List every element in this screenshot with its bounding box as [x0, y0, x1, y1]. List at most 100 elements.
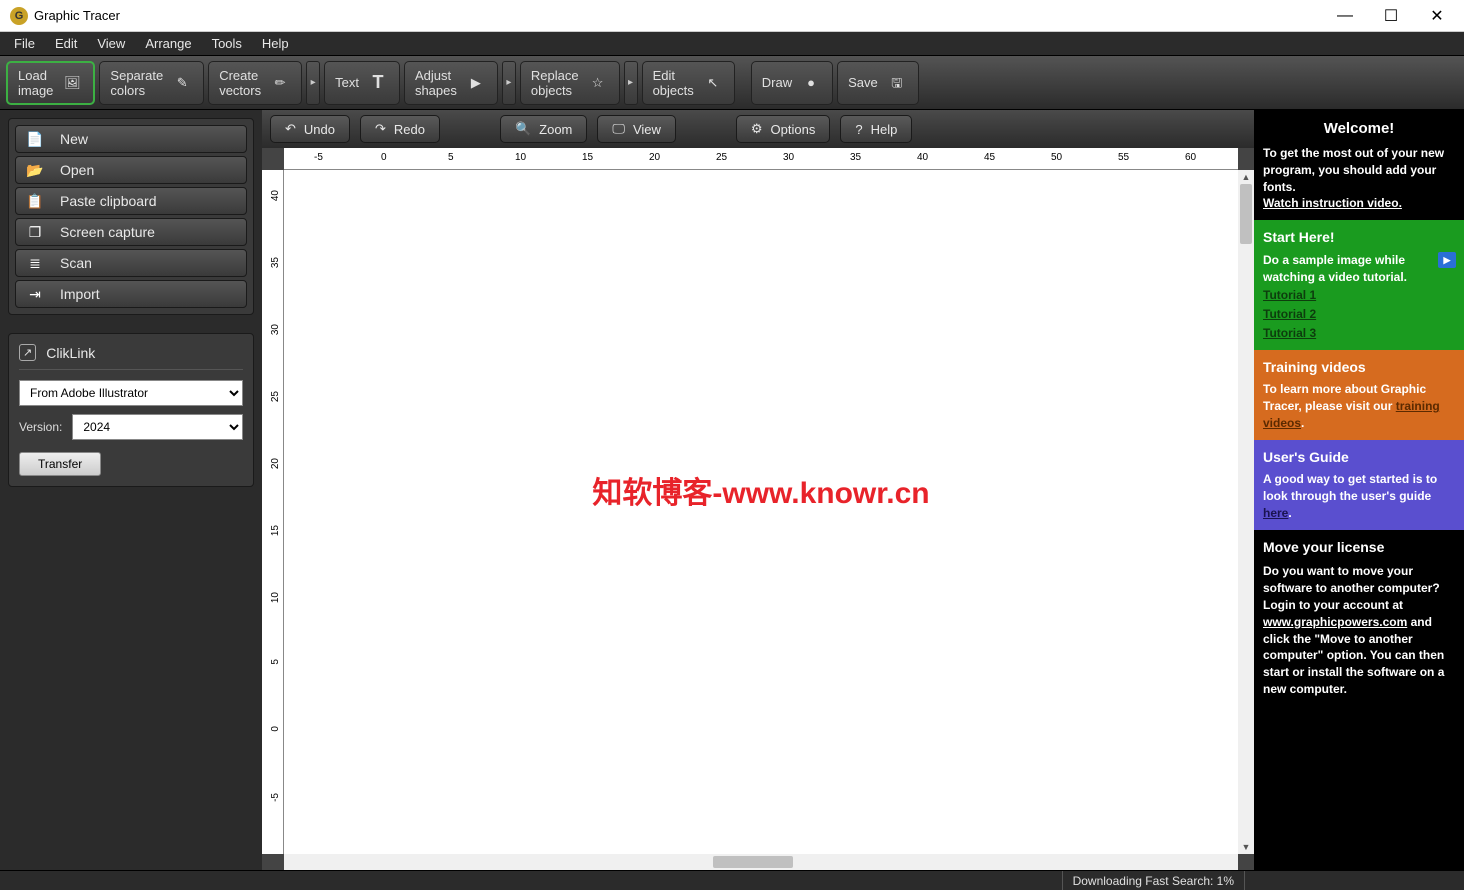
version-label: Version: [19, 420, 62, 434]
app-logo-icon: G [10, 7, 28, 25]
start-here-section: Start Here! Do a sample image while watc… [1254, 220, 1464, 350]
screen-capture-button[interactable]: ❐Screen capture [15, 218, 247, 246]
scroll-down-arrow-icon[interactable]: ▼ [1238, 840, 1254, 854]
guide-title: User's Guide [1263, 448, 1455, 468]
download-status: Downloading Fast Search: 1% [1062, 871, 1244, 890]
view-button[interactable]: 🖵View [597, 115, 676, 143]
cliklink-from-select[interactable]: From Adobe Illustrator [19, 380, 243, 406]
cliklink-title: ClikLink [46, 345, 95, 361]
redo-button[interactable]: ↷Redo [360, 115, 440, 143]
import-icon: ⇥ [26, 285, 44, 303]
training-title: Training videos [1263, 358, 1455, 378]
circle-icon: ● [800, 72, 822, 94]
horizontal-scrollbar[interactable] [284, 854, 1238, 870]
graphicpowers-link[interactable]: www.graphicpowers.com [1263, 615, 1407, 629]
menu-tools[interactable]: Tools [202, 34, 252, 53]
capture-icon: ❐ [26, 223, 44, 241]
minimize-button[interactable]: — [1322, 0, 1368, 32]
titlebar: G Graphic Tracer — ☐ ✕ [0, 0, 1464, 32]
save-button[interactable]: Save 🖫 [837, 61, 919, 105]
scroll-up-arrow-icon[interactable]: ▲ [1238, 170, 1254, 184]
draw-button[interactable]: Draw ● [751, 61, 833, 105]
menu-help[interactable]: Help [252, 34, 299, 53]
menu-file[interactable]: File [4, 34, 45, 53]
horizontal-ruler: -5051015202530354045505560 [284, 148, 1238, 170]
guide-here-link[interactable]: here [1263, 506, 1288, 520]
tutorial-3-link[interactable]: Tutorial 3 [1263, 325, 1455, 342]
monitor-icon: 🖵 [612, 121, 625, 137]
secondary-toolbar: ↶Undo ↷Redo 🔍Zoom 🖵View ⚙Options ?Help [262, 110, 1254, 148]
create-vectors-button[interactable]: Create vectors ✏ [208, 61, 302, 105]
adjust-shapes-dropdown[interactable]: ▸ [502, 61, 516, 105]
cliklink-version-select[interactable]: 2024 [72, 414, 243, 440]
pen-icon: ✏ [269, 72, 291, 94]
separate-colors-button[interactable]: Separate colors ✎ [99, 61, 204, 105]
gear-icon: ⚙ [751, 121, 763, 137]
scan-button[interactable]: ≣Scan [15, 249, 247, 277]
zoom-button[interactable]: 🔍Zoom [500, 115, 587, 143]
options-button[interactable]: ⚙Options [736, 115, 830, 143]
left-sidebar: 📄New 📂Open 📋Paste clipboard ❐Screen capt… [0, 110, 262, 870]
undo-icon: ↶ [285, 121, 296, 137]
right-sidebar: Welcome! To get the most out of your new… [1254, 110, 1464, 870]
clipboard-icon: 📋 [26, 192, 44, 210]
open-button[interactable]: 📂Open [15, 156, 247, 184]
welcome-title: Welcome! [1263, 118, 1455, 139]
move-title: Move your license [1263, 538, 1455, 558]
folder-icon: 📂 [26, 161, 44, 179]
adjust-shapes-button[interactable]: Adjust shapes ▶ [404, 61, 498, 105]
help-button[interactable]: ?Help [840, 115, 912, 143]
users-guide-section: User's Guide A good way to get started i… [1254, 440, 1464, 530]
start-title: Start Here! [1263, 228, 1455, 248]
undo-button[interactable]: ↶Undo [270, 115, 350, 143]
move-text: Do you want to move your software to ano… [1263, 564, 1440, 612]
edit-objects-button[interactable]: Edit objects ↖ [642, 61, 735, 105]
scanner-icon: ≣ [26, 254, 44, 272]
play-icon[interactable]: ▶ [1438, 252, 1456, 268]
watermark-text: 知软博客-www.knowr.cn [592, 468, 929, 512]
cliklink-panel: ↗ ClikLink From Adobe Illustrator Version… [8, 333, 254, 487]
welcome-text: To get the most out of your new program,… [1263, 145, 1455, 195]
scroll-thumb[interactable] [1240, 184, 1252, 244]
text-icon: T [367, 72, 389, 94]
replace-objects-dropdown[interactable]: ▸ [624, 61, 638, 105]
canvas[interactable]: 知软博客-www.knowr.cn [284, 170, 1238, 854]
watch-video-link[interactable]: Watch instruction video. [1263, 196, 1402, 210]
new-button[interactable]: 📄New [15, 125, 247, 153]
menu-arrange[interactable]: Arrange [135, 34, 201, 53]
replace-objects-button[interactable]: Replace objects ☆ [520, 61, 620, 105]
help-icon: ? [855, 122, 862, 137]
menu-view[interactable]: View [87, 34, 135, 53]
tutorial-1-link[interactable]: Tutorial 1 [1263, 287, 1455, 304]
paste-clipboard-button[interactable]: 📋Paste clipboard [15, 187, 247, 215]
scroll-thumb-h[interactable] [713, 856, 793, 868]
menubar: File Edit View Arrange Tools Help [0, 32, 1464, 56]
vertical-ruler: 4035302520151050-5 [262, 170, 284, 854]
statusbar: Downloading Fast Search: 1% [0, 870, 1464, 890]
close-button[interactable]: ✕ [1414, 0, 1460, 32]
cliklink-icon: ↗ [19, 344, 36, 361]
guide-text: A good way to get started is to look thr… [1263, 472, 1437, 503]
move-license-section: Move your license Do you want to move yo… [1254, 530, 1464, 706]
vertical-scrollbar[interactable]: ▲ ▼ [1238, 170, 1254, 854]
tutorial-2-link[interactable]: Tutorial 2 [1263, 306, 1455, 323]
canvas-wrap: -5051015202530354045505560 4035302520151… [262, 148, 1254, 870]
import-button[interactable]: ⇥Import [15, 280, 247, 308]
transfer-button[interactable]: Transfer [19, 452, 101, 476]
create-vectors-dropdown[interactable]: ▸ [306, 61, 320, 105]
file-icon: 📄 [26, 130, 44, 148]
center-area: ↶Undo ↷Redo 🔍Zoom 🖵View ⚙Options ?Help -… [262, 110, 1254, 870]
menu-edit[interactable]: Edit [45, 34, 87, 53]
folder-image-icon: 🖼 [61, 72, 83, 94]
start-text: Do a sample image while watching a video… [1263, 252, 1455, 286]
zoom-icon: 🔍 [515, 121, 531, 137]
load-image-button[interactable]: Load image 🖼 [6, 61, 95, 105]
maximize-button[interactable]: ☐ [1368, 0, 1414, 32]
redo-icon: ↷ [375, 121, 386, 137]
text-button[interactable]: Text T [324, 61, 400, 105]
training-videos-section: Training videos To learn more about Grap… [1254, 350, 1464, 440]
star-icon: ☆ [587, 72, 609, 94]
cursor-play-icon: ▶ [465, 72, 487, 94]
pointer-icon: ↖ [702, 72, 724, 94]
main-toolbar: Load image 🖼 Separate colors ✎ Create ve… [0, 56, 1464, 110]
